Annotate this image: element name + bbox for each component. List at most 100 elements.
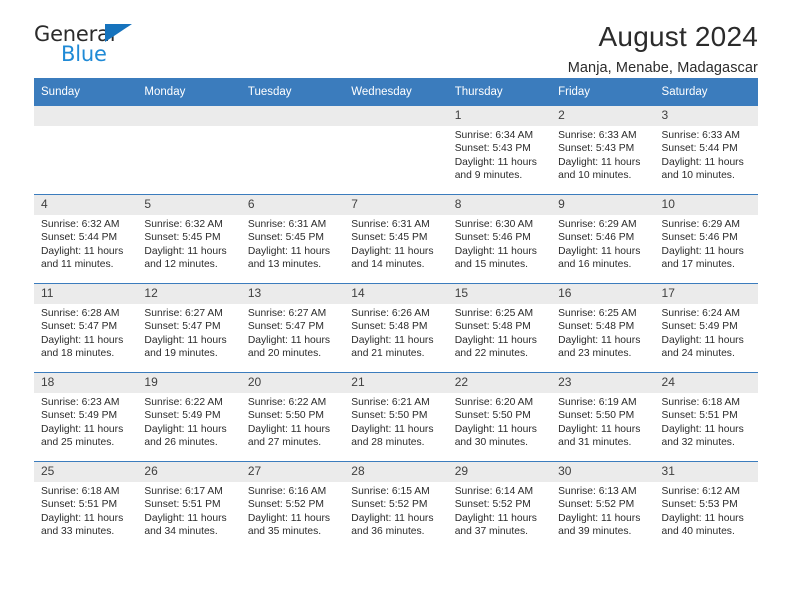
day-number: 3 xyxy=(654,106,758,126)
weekday-header-row: Sunday Monday Tuesday Wednesday Thursday… xyxy=(34,78,758,106)
day-details: Sunrise: 6:32 AM Sunset: 5:44 PM Daylight:… xyxy=(34,215,137,272)
sunset-time: Sunset: 5:48 PM xyxy=(454,321,531,333)
calendar-day-cell[interactable]: 18 Sunrise: 6:23 AM Sunset: 5:49 PM Dayligh… xyxy=(34,372,138,462)
day-details: Sunrise: 6:28 AM Sunset: 5:47 PM Daylight:… xyxy=(34,304,137,361)
sunset-time: Sunset: 5:47 PM xyxy=(41,321,118,333)
calendar-day-cell[interactable]: 3 Sunrise: 6:33 AM Sunset: 5:44 PM Daylight… xyxy=(654,106,758,195)
daylight-duration-line1: Daylight: 11 hours xyxy=(144,245,227,257)
sunrise-time: Sunrise: 6:15 AM xyxy=(351,486,430,497)
daylight-duration-line1: Daylight: 11 hours xyxy=(351,423,434,435)
sunrise-time: Sunrise: 6:23 AM xyxy=(41,397,120,408)
calendar-day-cell[interactable]: 31 Sunrise: 6:12 AM Sunset: 5:53 PM Dayligh… xyxy=(654,461,758,550)
sunrise-time: Sunrise: 6:18 AM xyxy=(661,397,740,408)
calendar-day-cell[interactable]: 14 Sunrise: 6:26 AM Sunset: 5:48 PM Dayligh… xyxy=(344,283,448,373)
calendar-day-cell[interactable]: 22 Sunrise: 6:20 AM Sunset: 5:50 PM Dayligh… xyxy=(447,372,552,462)
day-details: Sunrise: 6:23 AM Sunset: 5:49 PM Daylight:… xyxy=(34,393,137,450)
calendar-day-cell[interactable]: 11 Sunrise: 6:28 AM Sunset: 5:47 PM Dayligh… xyxy=(34,283,138,373)
day-number: 24 xyxy=(654,373,758,393)
day-number: 26 xyxy=(137,462,241,482)
day-number: 23 xyxy=(551,373,655,393)
sunset-time: Sunset: 5:52 PM xyxy=(351,499,428,511)
sunrise-time: Sunrise: 6:33 AM xyxy=(661,130,740,141)
calendar-day-cell[interactable]: 1 Sunrise: 6:34 AM Sunset: 5:43 PM Daylight… xyxy=(447,106,552,195)
day-details: Sunrise: 6:29 AM Sunset: 5:46 PM Daylight:… xyxy=(655,215,758,272)
calendar-day-cell[interactable]: 17 Sunrise: 6:24 AM Sunset: 5:49 PM Dayligh… xyxy=(654,283,758,373)
day-details: Sunrise: 6:24 AM Sunset: 5:49 PM Daylight:… xyxy=(655,304,758,361)
daylight-duration-line2: and 11 minutes. xyxy=(41,259,114,271)
sunset-time: Sunset: 5:48 PM xyxy=(351,321,428,333)
daylight-duration-line1: Daylight: 11 hours xyxy=(558,334,641,346)
weekday-header-friday: Friday xyxy=(551,78,655,106)
calendar-day-cell[interactable]: 25 Sunrise: 6:18 AM Sunset: 5:51 PM Dayligh… xyxy=(34,461,138,550)
day-number: 21 xyxy=(344,373,448,393)
sunset-time: Sunset: 5:43 PM xyxy=(454,143,531,155)
calendar-day-cell[interactable]: 27 Sunrise: 6:16 AM Sunset: 5:52 PM Dayligh… xyxy=(240,461,345,550)
day-number xyxy=(34,106,138,126)
calendar-week-row: 18 Sunrise: 6:23 AM Sunset: 5:49 PM Dayligh… xyxy=(34,372,758,462)
day-details: Sunrise: 6:34 AM Sunset: 5:43 PM Daylight:… xyxy=(448,126,551,183)
calendar-day-cell-empty xyxy=(137,106,241,195)
title-block: August 2024 Manja, Menabe, Madagascar xyxy=(567,21,758,77)
daylight-duration-line1: Daylight: 11 hours xyxy=(454,512,537,524)
daylight-duration-line1: Daylight: 11 hours xyxy=(144,512,227,524)
daylight-duration-line2: and 21 minutes. xyxy=(351,348,425,360)
sunset-time: Sunset: 5:51 PM xyxy=(661,410,738,422)
daylight-duration-line2: and 20 minutes. xyxy=(247,348,322,360)
sunrise-time: Sunrise: 6:25 AM xyxy=(558,308,637,319)
calendar-day-cell-empty xyxy=(34,106,138,195)
calendar-grid: Sunday Monday Tuesday Wednesday Thursday… xyxy=(34,78,758,550)
day-details: Sunrise: 6:22 AM Sunset: 5:50 PM Daylight:… xyxy=(241,393,344,450)
calendar-day-cell[interactable]: 29 Sunrise: 6:14 AM Sunset: 5:52 PM Dayligh… xyxy=(447,461,552,550)
daylight-duration-line2: and 10 minutes. xyxy=(661,170,735,182)
daylight-duration-line2: and 13 minutes. xyxy=(247,259,322,271)
calendar-day-cell[interactable]: 24 Sunrise: 6:18 AM Sunset: 5:51 PM Dayligh… xyxy=(654,372,758,462)
calendar-day-cell[interactable]: 2 Sunrise: 6:33 AM Sunset: 5:43 PM Daylight… xyxy=(551,106,655,195)
calendar-day-cell[interactable]: 4 Sunrise: 6:32 AM Sunset: 5:44 PM Daylight… xyxy=(34,194,138,284)
daylight-duration-line2: and 14 minutes. xyxy=(351,259,425,271)
day-details: Sunrise: 6:30 AM Sunset: 5:46 PM Daylight:… xyxy=(448,215,551,272)
calendar-day-cell[interactable]: 15 Sunrise: 6:25 AM Sunset: 5:48 PM Dayligh… xyxy=(447,283,552,373)
page-subtitle: Manja, Menabe, Madagascar xyxy=(567,60,758,77)
day-number: 8 xyxy=(447,195,552,215)
logo-text-blue: Blue xyxy=(61,42,107,66)
day-number: 9 xyxy=(551,195,655,215)
weekday-header-sunday: Sunday xyxy=(34,78,138,106)
day-number: 19 xyxy=(137,373,241,393)
calendar-day-cell[interactable]: 28 Sunrise: 6:15 AM Sunset: 5:52 PM Dayligh… xyxy=(344,461,448,550)
day-number: 6 xyxy=(240,195,345,215)
daylight-duration-line2: and 40 minutes. xyxy=(661,526,735,538)
sunrise-time: Sunrise: 6:34 AM xyxy=(454,130,534,141)
calendar-day-cell[interactable]: 7 Sunrise: 6:31 AM Sunset: 5:45 PM Daylight… xyxy=(344,194,448,284)
day-number: 28 xyxy=(344,462,448,482)
calendar-day-cell[interactable]: 21 Sunrise: 6:21 AM Sunset: 5:50 PM Dayligh… xyxy=(344,372,448,462)
calendar-day-cell[interactable]: 26 Sunrise: 6:17 AM Sunset: 5:51 PM Dayligh… xyxy=(137,461,241,550)
calendar-day-cell[interactable]: 5 Sunrise: 6:32 AM Sunset: 5:45 PM Daylight… xyxy=(137,194,241,284)
calendar-day-cell[interactable]: 9 Sunrise: 6:29 AM Sunset: 5:46 PM Daylight… xyxy=(551,194,655,284)
daylight-duration-line2: and 16 minutes. xyxy=(558,259,632,271)
calendar-day-cell[interactable]: 23 Sunrise: 6:19 AM Sunset: 5:50 PM Dayligh… xyxy=(551,372,655,462)
sunrise-time: Sunrise: 6:26 AM xyxy=(351,308,430,319)
day-number: 17 xyxy=(654,284,758,304)
calendar-day-cell[interactable]: 16 Sunrise: 6:25 AM Sunset: 5:48 PM Dayligh… xyxy=(551,283,655,373)
sunset-time: Sunset: 5:47 PM xyxy=(144,321,221,333)
calendar-body: 1 Sunrise: 6:34 AM Sunset: 5:43 PM Daylight… xyxy=(34,106,758,550)
sunrise-time: Sunrise: 6:12 AM xyxy=(661,486,740,497)
sunset-time: Sunset: 5:50 PM xyxy=(558,410,635,422)
calendar-day-cell[interactable]: 12 Sunrise: 6:27 AM Sunset: 5:47 PM Dayligh… xyxy=(137,283,241,373)
sunrise-time: Sunrise: 6:21 AM xyxy=(351,397,430,408)
daylight-duration-line1: Daylight: 11 hours xyxy=(351,245,434,257)
day-number: 20 xyxy=(240,373,345,393)
calendar-day-cell[interactable]: 6 Sunrise: 6:31 AM Sunset: 5:45 PM Daylight… xyxy=(240,194,345,284)
general-blue-logo[interactable]: General Blue xyxy=(34,22,146,68)
calendar-day-cell[interactable]: 20 Sunrise: 6:22 AM Sunset: 5:50 PM Dayligh… xyxy=(240,372,345,462)
daylight-duration-line2: and 18 minutes. xyxy=(41,348,115,360)
calendar-day-cell[interactable]: 13 Sunrise: 6:27 AM Sunset: 5:47 PM Dayligh… xyxy=(240,283,345,373)
daylight-duration-line1: Daylight: 11 hours xyxy=(351,512,434,524)
calendar-day-cell[interactable]: 19 Sunrise: 6:22 AM Sunset: 5:49 PM Dayligh… xyxy=(137,372,241,462)
calendar-day-cell[interactable]: 30 Sunrise: 6:13 AM Sunset: 5:52 PM Dayligh… xyxy=(551,461,655,550)
sunrise-time: Sunrise: 6:13 AM xyxy=(558,486,637,497)
calendar-day-cell[interactable]: 8 Sunrise: 6:30 AM Sunset: 5:46 PM Daylight… xyxy=(447,194,552,284)
calendar-day-cell[interactable]: 10 Sunrise: 6:29 AM Sunset: 5:46 PM Dayligh… xyxy=(654,194,758,284)
daylight-duration-line2: and 17 minutes. xyxy=(661,259,735,271)
sunrise-time: Sunrise: 6:29 AM xyxy=(558,219,637,230)
